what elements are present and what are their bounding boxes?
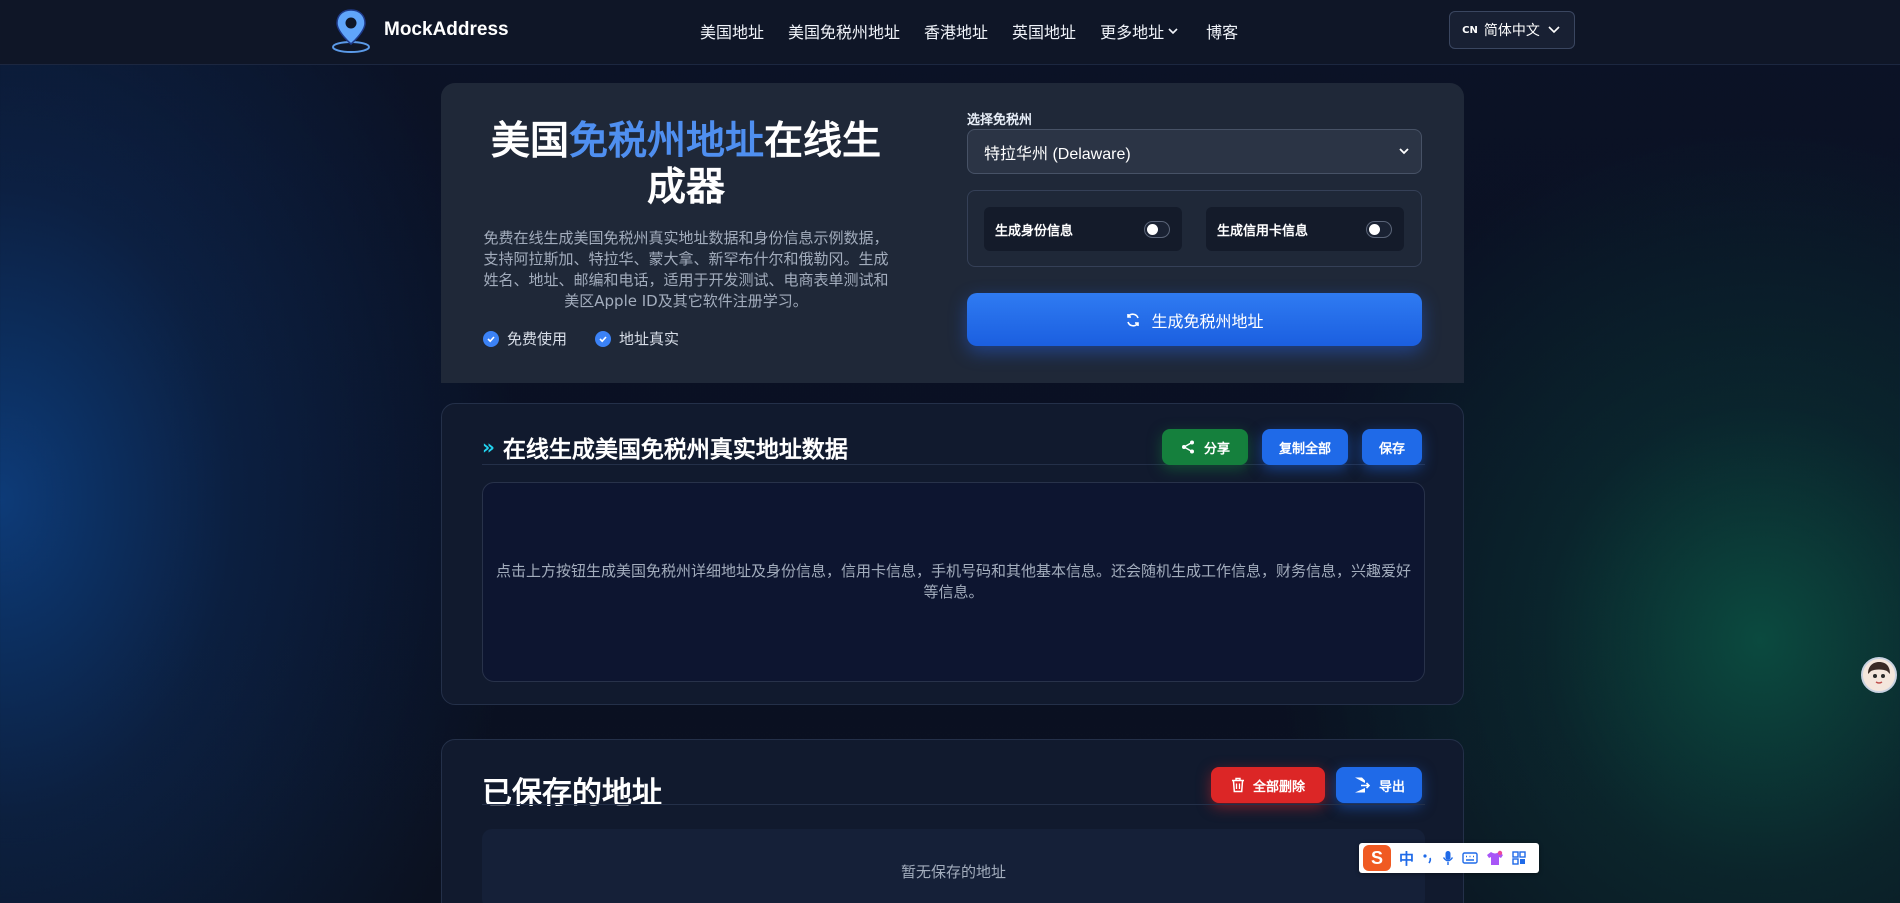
saved-empty-state: 暂无保存的地址	[482, 829, 1425, 903]
nav-us-address[interactable]: 美国地址	[700, 19, 764, 43]
export-label: 导出	[1378, 779, 1405, 795]
feature-label: 免费使用	[507, 330, 568, 348]
state-select-label: 选择免税州	[967, 113, 1033, 128]
ime-mode[interactable]: 中	[1399, 848, 1414, 869]
generate-label: 生成免税州地址	[1151, 311, 1264, 331]
check-circle-icon	[595, 330, 612, 347]
identity-toggle[interactable]	[1144, 220, 1170, 238]
title-highlight: 免税州地址	[568, 119, 764, 164]
top-navbar: MockAddress 美国地址 美国免税州地址 香港地址 英国地址 更多地址 …	[0, 0, 1900, 65]
result-placeholder: 点击上方按钮生成美国免税州详细地址及身份信息，信用卡信息，手机号码和其他基本信息…	[495, 562, 1411, 601]
brand-logo-link[interactable]: MockAddress	[330, 6, 509, 54]
result-output: 点击上方按钮生成美国免税州详细地址及身份信息，信用卡信息，手机号码和其他基本信息…	[482, 482, 1425, 682]
keyboard-icon[interactable]	[1462, 851, 1478, 865]
result-title: » 在线生成美国免税州真实地址数据	[482, 430, 848, 464]
chevron-down-icon	[1168, 28, 1178, 35]
result-panel: » 在线生成美国免税州真实地址数据 分享 复制全部 保存 点击上方按钮生成美国免…	[441, 403, 1464, 705]
language-selector[interactable]: CN 简体中文	[1449, 11, 1575, 49]
assistant-avatar[interactable]	[1861, 657, 1897, 693]
page-description: 免费在线生成美国免税州真实地址数据和身份信息示例数据，支持阿拉斯加、特拉华、蒙大…	[483, 229, 889, 310]
nav-more-address[interactable]: 更多地址	[1100, 19, 1182, 43]
generate-button[interactable]: 生成免税州地址	[967, 293, 1422, 346]
check-circle-icon	[483, 330, 499, 347]
language-code: CN	[1462, 24, 1478, 36]
identity-option: 生成身份信息	[984, 207, 1182, 251]
options-group: 生成身份信息 生成信用卡信息	[967, 190, 1422, 267]
nav-us-taxfree-address[interactable]: 美国免税州地址	[788, 19, 900, 43]
card-toggle-label: 生成信用卡信息	[1217, 223, 1309, 239]
saved-panel: 已保存的地址 全部删除 导出 暂无保存的地址	[441, 739, 1464, 903]
generator-card: 美国免税州地址在线生成器 免费在线生成美国免税州真实地址数据和身份信息示例数据，…	[441, 83, 1464, 383]
share-label: 分享	[1203, 441, 1230, 457]
feature-item: 免费使用	[483, 328, 567, 349]
nav-more-label: 更多地址	[1100, 23, 1165, 42]
feature-label: 地址真实	[619, 330, 680, 348]
delete-all-label: 全部删除	[1252, 779, 1305, 795]
save-button[interactable]: 保存	[1362, 429, 1422, 465]
avatar-face-icon	[1863, 659, 1895, 691]
share-icon	[1181, 440, 1194, 454]
double-chevron-icon: »	[482, 435, 495, 459]
delete-all-button[interactable]: 全部删除	[1211, 767, 1325, 803]
nav-blog[interactable]: 博客	[1206, 19, 1238, 43]
feature-item: 地址真实	[595, 328, 679, 349]
state-select[interactable]: 特拉华州 (Delaware)	[967, 129, 1422, 174]
nav-uk-address[interactable]: 英国地址	[1012, 19, 1076, 43]
location-pin-icon	[332, 9, 370, 53]
result-title-text: 在线生成美国免税州真实地址数据	[502, 437, 848, 463]
share-button[interactable]: 分享	[1162, 429, 1248, 465]
saved-title: 已保存的地址	[482, 776, 662, 811]
main-menu: 美国地址 美国免税州地址 香港地址 英国地址 更多地址 博客	[700, 19, 1238, 43]
card-toggle[interactable]	[1366, 220, 1392, 238]
file-export-icon	[1354, 777, 1371, 793]
skin-shirt-icon[interactable]	[1486, 850, 1504, 866]
divider	[482, 804, 1425, 805]
copy-all-button[interactable]: 复制全部	[1262, 429, 1348, 465]
state-select-value: 特拉华州 (Delaware)	[984, 145, 1131, 163]
chevron-down-icon	[1399, 147, 1409, 154]
punctuation-icon[interactable]	[1422, 851, 1434, 865]
trash-icon	[1231, 777, 1244, 793]
feature-list: 免费使用 地址真实	[483, 328, 679, 349]
title-part1: 美国	[490, 119, 569, 164]
chevron-down-icon	[1548, 26, 1560, 34]
language-label: 简体中文	[1483, 23, 1540, 39]
export-button[interactable]: 导出	[1336, 767, 1422, 803]
microphone-icon[interactable]	[1442, 850, 1454, 866]
refresh-icon	[1127, 312, 1140, 327]
ime-toolbar[interactable]: S 中	[1359, 843, 1539, 873]
identity-toggle-label: 生成身份信息	[995, 223, 1074, 239]
grid-menu-icon[interactable]	[1512, 851, 1526, 865]
brand-name: MockAddress	[384, 19, 509, 40]
nav-hk-address[interactable]: 香港地址	[924, 19, 988, 43]
page-title: 美国免税州地址在线生成器	[477, 119, 895, 211]
sogou-logo: S	[1363, 845, 1391, 871]
card-option: 生成信用卡信息	[1206, 207, 1404, 251]
